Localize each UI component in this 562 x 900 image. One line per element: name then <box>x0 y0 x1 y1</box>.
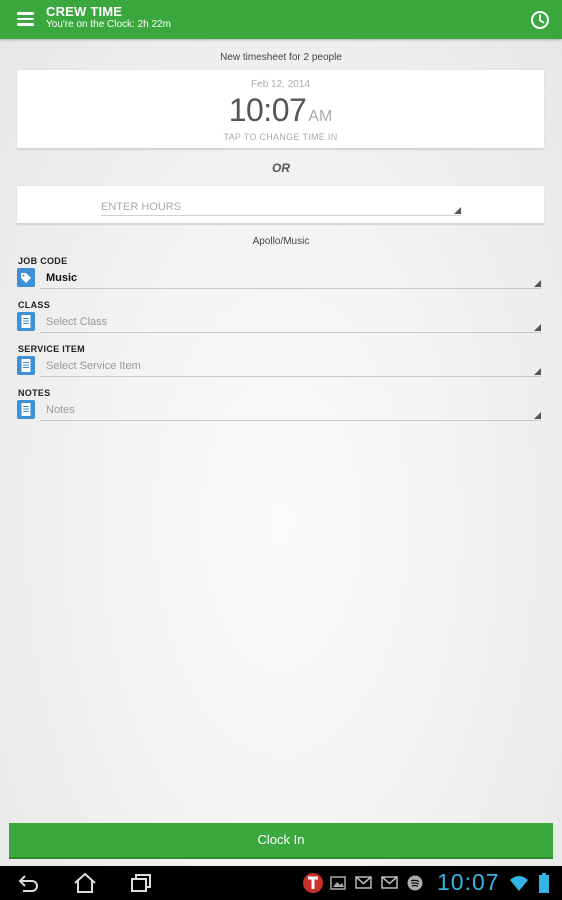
document-icon <box>17 400 35 419</box>
menu-icon[interactable] <box>17 12 34 26</box>
date-label: Feb 12, 2014 <box>251 79 310 90</box>
action-bar: CREW TIME You're on the Clock: 2h 22m <box>0 0 562 39</box>
home-icon[interactable] <box>73 872 97 894</box>
chevron-down-icon <box>534 324 541 331</box>
service-item-placeholder: Select Service Item <box>46 360 141 372</box>
tsheets-icon[interactable] <box>302 872 324 894</box>
image-icon[interactable] <box>330 876 346 890</box>
timesheet-subtitle: New timesheet for 2 people <box>220 52 342 63</box>
app-title: CREW TIME <box>46 4 123 19</box>
chevron-down-icon <box>534 368 541 375</box>
clock-in-button[interactable]: Clock In <box>9 823 553 859</box>
spotify-icon[interactable] <box>407 875 423 891</box>
back-icon[interactable] <box>17 872 41 894</box>
service-item-label: SERVICE ITEM <box>18 344 85 354</box>
class-spinner[interactable]: Select Class <box>40 314 541 333</box>
tap-hint: TAP TO CHANGE TIME IN <box>223 132 338 142</box>
job-code-spinner[interactable]: Music <box>40 270 541 289</box>
or-divider: OR <box>272 161 290 175</box>
enter-hours-input[interactable] <box>101 198 461 216</box>
job-code-label: JOB CODE <box>18 256 68 266</box>
recent-apps-icon[interactable] <box>129 872 153 894</box>
document-icon <box>17 312 35 331</box>
time-value: 10:07 <box>228 92 307 128</box>
wifi-icon <box>510 876 528 891</box>
time-in-card[interactable]: Feb 12, 2014 10:07 AM TAP TO CHANGE TIME … <box>17 70 544 150</box>
system-bar: 10:07 <box>0 866 562 900</box>
chevron-down-icon <box>534 412 541 419</box>
class-label: CLASS <box>18 300 51 310</box>
notes-placeholder: Notes <box>46 404 75 416</box>
chevron-down-icon <box>534 280 541 287</box>
battery-icon <box>539 873 549 893</box>
status-bar-time: 10:07 <box>437 869 500 895</box>
time-ampm: AM <box>308 108 333 125</box>
gmail-icon[interactable] <box>355 876 372 889</box>
service-item-spinner[interactable]: Select Service Item <box>40 358 541 377</box>
document-icon <box>17 356 35 375</box>
class-placeholder: Select Class <box>46 316 108 328</box>
clock-icon[interactable] <box>530 10 550 30</box>
project-label: Apollo/Music <box>252 236 310 247</box>
hours-card <box>17 186 544 225</box>
clock-status: You're on the Clock: 2h 22m <box>46 19 171 30</box>
time-display[interactable]: 10:07 AM <box>17 92 544 129</box>
hours-dropdown-icon[interactable] <box>454 207 461 214</box>
gmail-icon[interactable] <box>381 876 398 889</box>
notes-label: NOTES <box>18 388 51 398</box>
notes-spinner[interactable]: Notes <box>40 402 541 421</box>
tag-icon <box>17 268 35 287</box>
job-code-value: Music <box>46 272 78 284</box>
